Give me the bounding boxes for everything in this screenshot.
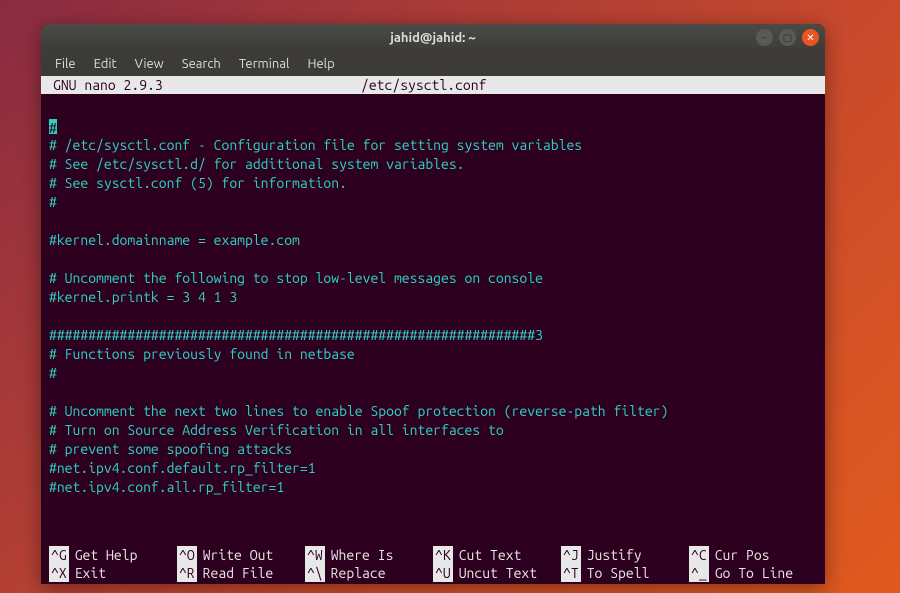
editor-line: # See /etc/sysctl.d/ for additional syst… — [49, 155, 817, 174]
shortcut-key: ^G — [49, 546, 69, 564]
shortcut-label: Read File — [203, 564, 274, 582]
shortcut-item[interactable]: ^G Get Help — [49, 546, 177, 564]
nano-header-bar: GNU nano 2.9.3 /etc/sysctl.conf — [41, 76, 825, 94]
editor-line — [49, 98, 817, 117]
shortcut-label: To Spell — [587, 564, 650, 582]
shortcut-item[interactable]: ^K Cut Text — [433, 546, 561, 564]
editor-line: #kernel.domainname = example.com — [49, 231, 817, 250]
shortcut-key: ^J — [561, 546, 581, 564]
shortcut-item[interactable]: ^J Justify — [561, 546, 689, 564]
titlebar[interactable]: jahid@jahid: ~ – ▢ ✕ — [41, 24, 825, 52]
menu-terminal[interactable]: Terminal — [231, 55, 298, 73]
menu-search[interactable]: Search — [174, 55, 229, 73]
terminal-window: jahid@jahid: ~ – ▢ ✕ File Edit View Sear… — [41, 24, 825, 584]
shortcut-key: ^\ — [305, 564, 325, 582]
shortcut-label: Exit — [75, 564, 106, 582]
menu-help[interactable]: Help — [299, 55, 342, 73]
shortcut-label: Cut Text — [459, 546, 522, 564]
shortcut-item[interactable]: ^U Uncut Text — [433, 564, 561, 582]
maximize-button[interactable]: ▢ — [779, 29, 796, 46]
shortcut-key: ^O — [177, 546, 197, 564]
window-controls: – ▢ ✕ — [756, 29, 819, 46]
editor-line — [49, 250, 817, 269]
editor-line — [49, 497, 817, 516]
text-cursor: # — [49, 119, 57, 134]
shortcut-key: ^C — [689, 546, 709, 564]
shortcut-label: Where Is — [331, 546, 394, 564]
shortcut-label: Replace — [331, 564, 386, 582]
close-button[interactable]: ✕ — [802, 29, 819, 46]
shortcut-item[interactable]: ^_ Go To Line — [689, 564, 817, 582]
editor-line: # prevent some spoofing attacks — [49, 440, 817, 459]
menu-edit[interactable]: Edit — [86, 55, 125, 73]
nano-filename: /etc/sysctl.conf — [361, 76, 825, 94]
editor-line: #kernel.printk = 3 4 1 3 — [49, 288, 817, 307]
shortcut-key: ^U — [433, 564, 453, 582]
shortcut-label: Go To Line — [715, 564, 793, 582]
shortcut-item[interactable]: ^W Where Is — [305, 546, 433, 564]
shortcut-item[interactable]: ^C Cur Pos — [689, 546, 817, 564]
shortcut-key: ^_ — [689, 564, 709, 582]
shortcut-key: ^T — [561, 564, 581, 582]
editor-line: # — [49, 193, 817, 212]
shortcut-label: Justify — [587, 546, 642, 564]
shortcut-item[interactable]: ^X Exit — [49, 564, 177, 582]
editor-line: # /etc/sysctl.conf - Configuration file … — [49, 136, 817, 155]
shortcut-item[interactable]: ^T To Spell — [561, 564, 689, 582]
menu-view[interactable]: View — [127, 55, 172, 73]
minimize-button[interactable]: – — [756, 29, 773, 46]
menubar: File Edit View Search Terminal Help — [41, 52, 825, 76]
editor-line: # See sysctl.conf (5) for information. — [49, 174, 817, 193]
editor-line — [49, 383, 817, 402]
shortcut-label: Get Help — [75, 546, 138, 564]
shortcut-item[interactable]: ^\ Replace — [305, 564, 433, 582]
editor-line: # Functions previously found in netbase — [49, 345, 817, 364]
shortcut-key: ^R — [177, 564, 197, 582]
editor-line: # — [49, 117, 817, 136]
editor-line: #net.ipv4.conf.all.rp_filter=1 — [49, 478, 817, 497]
shortcut-key: ^W — [305, 546, 325, 564]
menu-file[interactable]: File — [47, 55, 84, 73]
shortcut-key: ^K — [433, 546, 453, 564]
editor-line: # Turn on Source Address Verification in… — [49, 421, 817, 440]
editor-line: #net.ipv4.conf.default.rp_filter=1 — [49, 459, 817, 478]
shortcut-item[interactable]: ^O Write Out — [177, 546, 305, 564]
editor-line — [49, 212, 817, 231]
editor-line: # — [49, 364, 817, 383]
editor-line — [49, 307, 817, 326]
editor-line: # Uncomment the following to stop low-le… — [49, 269, 817, 288]
shortcut-item[interactable]: ^R Read File — [177, 564, 305, 582]
shortcut-key: ^X — [49, 564, 69, 582]
editor-line: ########################################… — [49, 326, 817, 345]
shortcut-label: Write Out — [203, 546, 274, 564]
window-title: jahid@jahid: ~ — [41, 31, 825, 45]
nano-shortcut-bar: ^G Get Help ^O Write Out ^W Where Is ^K Cut Tex… — [41, 546, 825, 584]
shortcut-label: Uncut Text — [459, 564, 537, 582]
nano-version: GNU nano 2.9.3 — [41, 76, 361, 94]
shortcut-label: Cur Pos — [715, 546, 770, 564]
editor-content[interactable]: # # /etc/sysctl.conf - Configuration file… — [41, 94, 825, 546]
shortcut-row-2: ^X Exit ^R Read File ^\ Replace ^U Uncut Text ^T… — [49, 564, 817, 582]
editor-line: # Uncomment the next two lines to enable… — [49, 402, 817, 421]
shortcut-row-1: ^G Get Help ^O Write Out ^W Where Is ^K Cut Tex… — [49, 546, 817, 564]
